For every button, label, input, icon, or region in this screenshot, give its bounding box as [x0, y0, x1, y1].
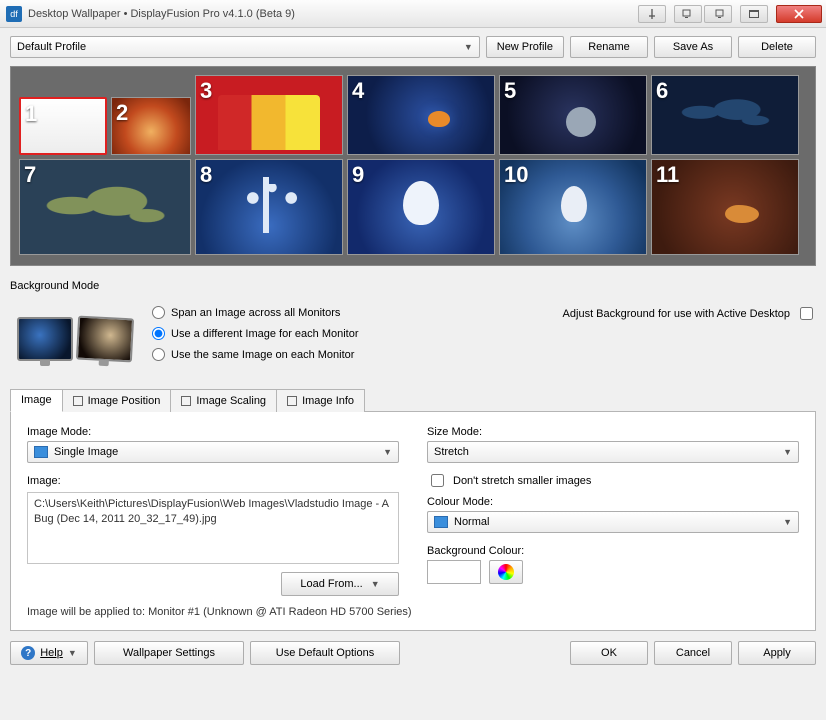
- colour-mode-select[interactable]: Normal ▼: [427, 511, 799, 533]
- colour-mode-label: Colour Mode:: [427, 496, 799, 508]
- tab-image-scaling[interactable]: Image Scaling: [170, 389, 277, 412]
- help-icon: ?: [21, 646, 35, 660]
- active-desktop-checkbox[interactable]: Adjust Background for use with Active De…: [563, 304, 816, 323]
- close-button[interactable]: [776, 5, 822, 23]
- chevron-down-icon: ▼: [783, 447, 792, 457]
- square-icon: [181, 396, 191, 406]
- chevron-down-icon: ▼: [464, 42, 473, 52]
- load-from-button[interactable]: Load From...▼: [281, 572, 399, 596]
- background-mode-title: Background Mode: [10, 280, 816, 292]
- image-icon: [434, 516, 448, 528]
- tab-image-position[interactable]: Image Position: [62, 389, 172, 412]
- radio-same[interactable]: Use the same Image on each Monitor: [152, 348, 359, 361]
- size-mode-select[interactable]: Stretch ▼: [427, 441, 799, 463]
- bottom-bar: ? Help ▼ Wallpaper Settings Use Default …: [10, 641, 816, 665]
- image-mode-select[interactable]: Single Image ▼: [27, 441, 399, 463]
- monitor-5[interactable]: 5: [499, 75, 647, 155]
- monitor-3[interactable]: 3: [195, 75, 343, 155]
- radio-span[interactable]: Span an Image across all Monitors: [152, 306, 359, 319]
- monitor-pair-icon: [10, 304, 140, 374]
- dont-stretch-checkbox[interactable]: Don't stretch smaller images: [427, 471, 799, 490]
- image-mode-label: Image Mode:: [27, 426, 399, 438]
- app-icon: df: [6, 6, 22, 22]
- applied-to-note: Image will be applied to: Monitor #1 (Un…: [27, 606, 799, 618]
- window-title: Desktop Wallpaper • DisplayFusion Pro v4…: [28, 8, 630, 20]
- bg-colour-swatch[interactable]: [427, 560, 481, 584]
- ok-button[interactable]: OK: [570, 641, 648, 665]
- monitor-2[interactable]: 2: [111, 97, 191, 155]
- chevron-down-icon: ▼: [371, 579, 380, 589]
- radio-different[interactable]: Use a different Image for each Monitor: [152, 327, 359, 340]
- image-path-box[interactable]: C:\Users\Keith\Pictures\DisplayFusion\We…: [27, 492, 399, 564]
- image-icon: [34, 446, 48, 458]
- monitor-11[interactable]: 11: [651, 159, 799, 255]
- chevron-down-icon: ▼: [383, 447, 392, 457]
- help-button[interactable]: ? Help ▼: [10, 641, 88, 665]
- monitor-7[interactable]: 7: [19, 159, 191, 255]
- monitor-layout: 1 2 3 4 5 6 7 8 9 10 11: [10, 66, 816, 266]
- profile-select-value: Default Profile: [17, 41, 86, 53]
- monitor-icon-right: [76, 316, 134, 363]
- rename-button[interactable]: Rename: [570, 36, 648, 58]
- save-as-button[interactable]: Save As: [654, 36, 732, 58]
- profile-row: Default Profile ▼ New Profile Rename Sav…: [10, 36, 816, 58]
- background-mode-section: Span an Image across all Monitors Use a …: [10, 304, 816, 374]
- new-profile-button[interactable]: New Profile: [486, 36, 564, 58]
- tab-image-info[interactable]: Image Info: [276, 389, 365, 412]
- size-mode-label: Size Mode:: [427, 426, 799, 438]
- monitor-icon-left: [17, 317, 73, 361]
- title-bar: df Desktop Wallpaper • DisplayFusion Pro…: [0, 0, 826, 28]
- pin-button[interactable]: [638, 5, 666, 23]
- monitor-1[interactable]: 1: [19, 97, 107, 155]
- square-icon: [73, 396, 83, 406]
- bg-colour-label: Background Colour:: [427, 545, 799, 557]
- wallpaper-settings-button[interactable]: Wallpaper Settings: [94, 641, 244, 665]
- tab-bar: Image Image Position Image Scaling Image…: [10, 388, 816, 412]
- square-icon: [287, 396, 297, 406]
- tab-image[interactable]: Image: [10, 389, 63, 412]
- tab-panel-image: Image Mode: Single Image ▼ Image: C:\Use…: [10, 412, 816, 631]
- chevron-down-icon: ▼: [68, 648, 77, 658]
- delete-button[interactable]: Delete: [738, 36, 816, 58]
- chevron-down-icon: ▼: [783, 517, 792, 527]
- image-path-label: Image:: [27, 475, 399, 487]
- monitor-9[interactable]: 9: [347, 159, 495, 255]
- apply-button[interactable]: Apply: [738, 641, 816, 665]
- monitor-right-button[interactable]: [704, 5, 732, 23]
- use-default-options-button[interactable]: Use Default Options: [250, 641, 400, 665]
- profile-select[interactable]: Default Profile ▼: [10, 36, 480, 58]
- monitor-8[interactable]: 8: [195, 159, 343, 255]
- cancel-button[interactable]: Cancel: [654, 641, 732, 665]
- maximize-button[interactable]: [740, 5, 768, 23]
- monitor-left-button[interactable]: [674, 5, 702, 23]
- monitor-4[interactable]: 4: [347, 75, 495, 155]
- monitor-10[interactable]: 10: [499, 159, 647, 255]
- monitor-6[interactable]: 6: [651, 75, 799, 155]
- colour-picker-button[interactable]: [489, 560, 523, 584]
- colour-wheel-icon: [498, 564, 514, 580]
